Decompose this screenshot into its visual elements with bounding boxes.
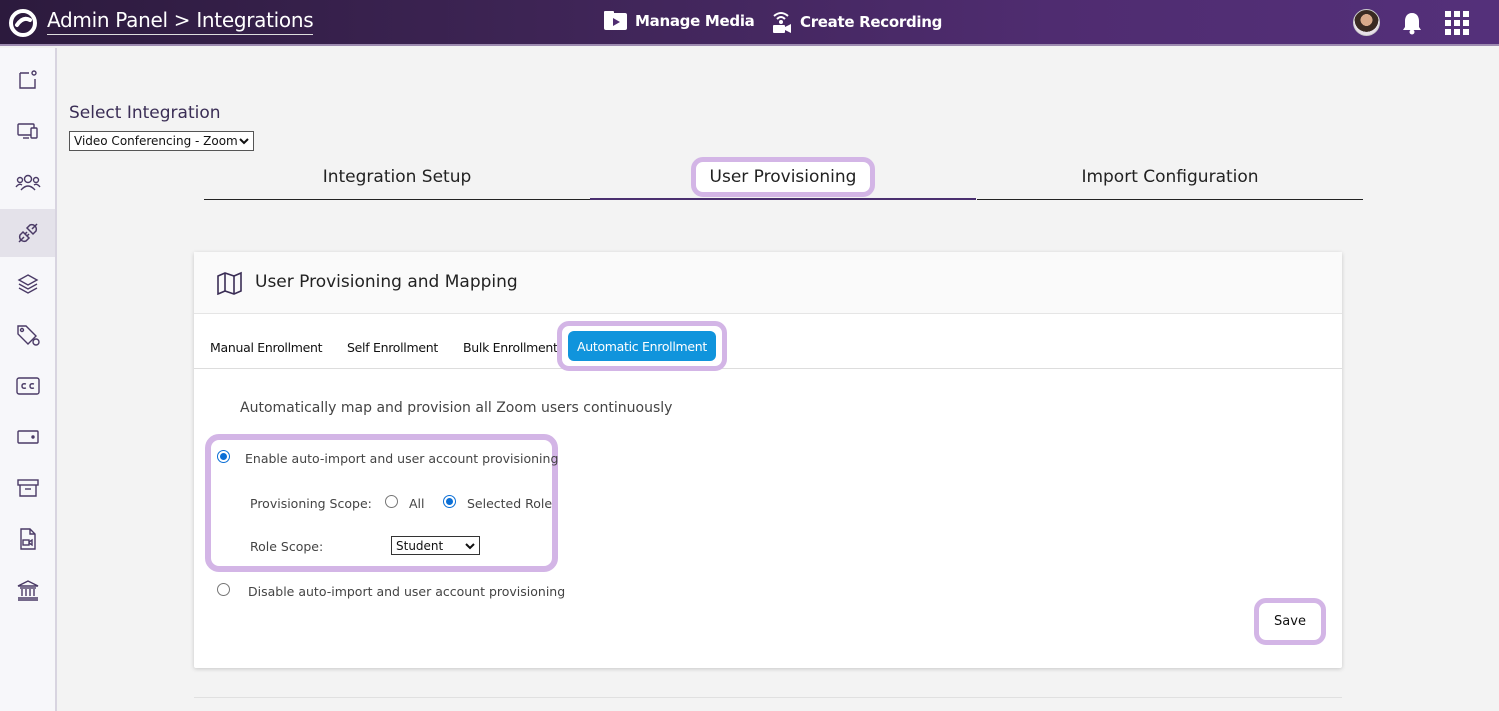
scope-all-radio[interactable] bbox=[385, 495, 398, 508]
file-video-icon bbox=[19, 528, 36, 550]
scope-all-label: All bbox=[409, 496, 425, 511]
chevron-down-icon bbox=[239, 138, 249, 145]
enable-provisioning-radio[interactable] bbox=[217, 450, 230, 463]
save-highlight: Save bbox=[1254, 598, 1326, 645]
avatar[interactable] bbox=[1353, 9, 1380, 36]
chevron-down-icon bbox=[465, 543, 475, 550]
scope-selected-role-radio[interactable] bbox=[443, 495, 456, 508]
provisioning-card: User Provisioning and Mapping Manual Enr… bbox=[194, 252, 1342, 668]
users-icon bbox=[14, 174, 41, 191]
page-title[interactable]: Admin Panel > Integrations bbox=[47, 8, 314, 35]
integrations-plug-icon bbox=[17, 223, 38, 243]
manage-media-button[interactable]: Manage Media bbox=[603, 10, 755, 32]
card-title: User Provisioning and Mapping bbox=[255, 272, 518, 292]
manage-media-label: Manage Media bbox=[635, 12, 755, 30]
provisioning-description: Automatically map and provision all Zoom… bbox=[240, 400, 673, 416]
divider bbox=[194, 697, 1342, 698]
sidebar-item-institution[interactable] bbox=[0, 566, 55, 614]
tab-integration-setup[interactable]: Integration Setup bbox=[204, 155, 590, 200]
page-icon bbox=[18, 70, 37, 89]
map-icon bbox=[217, 271, 242, 295]
sidebar-item-captions[interactable] bbox=[0, 362, 55, 410]
select-integration-label: Select Integration bbox=[69, 103, 221, 123]
subtab-self-enrollment[interactable]: Self Enrollment bbox=[347, 340, 438, 355]
enable-provisioning-label: Enable auto-import and user account prov… bbox=[245, 451, 559, 466]
tab-import-configuration-label: Import Configuration bbox=[1081, 167, 1259, 187]
app-grid-icon[interactable] bbox=[1445, 11, 1469, 35]
bell-icon[interactable] bbox=[1401, 11, 1423, 35]
card-header: User Provisioning and Mapping bbox=[194, 252, 1342, 314]
enrollment-subtabs: Manual Enrollment Self Enrollment Bulk E… bbox=[194, 314, 1342, 371]
subtab-bulk-enrollment[interactable]: Bulk Enrollment bbox=[463, 340, 558, 355]
sidebar-item-page[interactable] bbox=[0, 56, 55, 104]
sidebar-item-tags[interactable] bbox=[0, 311, 55, 359]
save-button[interactable]: Save bbox=[1264, 608, 1316, 635]
sidebar-item-archive[interactable] bbox=[0, 464, 55, 512]
create-recording-button[interactable]: Create Recording bbox=[770, 10, 942, 34]
disable-provisioning-radio[interactable] bbox=[217, 583, 230, 596]
sidebar-item-users[interactable] bbox=[0, 158, 55, 206]
integration-select[interactable]: Video Conferencing - Zoom bbox=[69, 131, 254, 151]
tab-import-configuration[interactable]: Import Configuration bbox=[977, 155, 1363, 200]
scope-selected-role-label: Selected Role bbox=[467, 496, 553, 511]
integration-tabs: Integration Setup User Provisioning Impo… bbox=[204, 155, 1363, 200]
tab-user-provisioning-label: User Provisioning bbox=[690, 156, 876, 197]
role-scope-label: Role Scope: bbox=[250, 539, 324, 554]
tag-icon bbox=[16, 325, 40, 346]
subtab-automatic-highlight: Automatic Enrollment bbox=[557, 321, 727, 371]
archive-icon bbox=[16, 479, 39, 497]
tab-user-provisioning[interactable]: User Provisioning bbox=[590, 155, 976, 200]
create-recording-label: Create Recording bbox=[800, 13, 943, 31]
sidebar-item-layers[interactable] bbox=[0, 260, 55, 308]
devices-icon bbox=[16, 123, 38, 139]
subtab-manual-enrollment[interactable]: Manual Enrollment bbox=[210, 340, 323, 355]
role-scope-select[interactable]: Student bbox=[391, 536, 480, 555]
media-folder-icon bbox=[604, 11, 627, 30]
disable-provisioning-label: Disable auto-import and user account pro… bbox=[248, 584, 566, 599]
sidebar-item-card[interactable] bbox=[0, 413, 55, 461]
card-icon bbox=[16, 430, 39, 444]
sidebar-item-integrations[interactable] bbox=[0, 209, 55, 257]
sidebar-item-devices[interactable] bbox=[0, 107, 55, 155]
app-logo-icon[interactable] bbox=[8, 8, 38, 38]
top-bar: Admin Panel > Integrations Manage Media … bbox=[0, 0, 1499, 46]
sidebar-item-file-video[interactable] bbox=[0, 515, 55, 563]
integration-select-value: Video Conferencing - Zoom bbox=[74, 134, 238, 148]
recording-camera-icon bbox=[773, 12, 791, 33]
role-scope-value: Student bbox=[396, 538, 444, 553]
captions-icon bbox=[15, 377, 40, 395]
institution-icon bbox=[17, 580, 38, 601]
sidebar bbox=[0, 48, 57, 711]
layers-icon bbox=[17, 274, 38, 294]
provisioning-scope-label: Provisioning Scope: bbox=[250, 496, 372, 511]
subtab-automatic-enrollment[interactable]: Automatic Enrollment bbox=[568, 331, 716, 361]
tab-integration-setup-label: Integration Setup bbox=[322, 167, 472, 187]
